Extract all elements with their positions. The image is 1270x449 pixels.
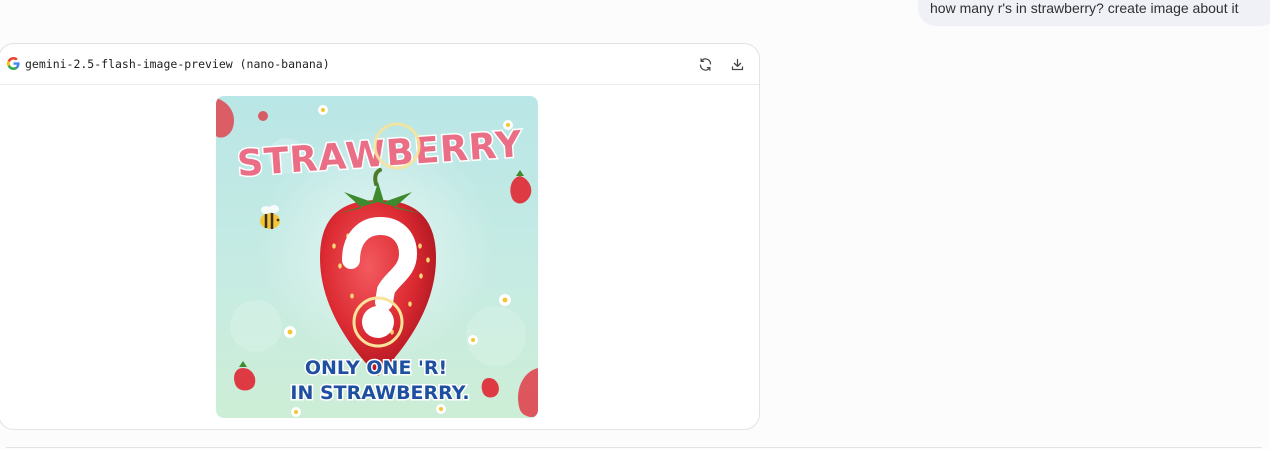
- strawberry-illustration: STRAWBERRY ONLY ONE 'R! IN STRAWBERRY.: [216, 96, 538, 418]
- google-g-icon: [7, 57, 20, 70]
- download-icon: [731, 58, 743, 70]
- user-message-text: how many r's in strawberry? create image…: [930, 0, 1239, 16]
- image-caption-line1: ONLY ONE 'R!: [305, 357, 447, 379]
- bottom-divider: [6, 447, 1262, 448]
- card-header: gemini-2.5-flash-image-preview (nano-ban…: [0, 44, 759, 85]
- generated-image[interactable]: STRAWBERRY ONLY ONE 'R! IN STRAWBERRY.: [216, 96, 538, 418]
- model-name-label: gemini-2.5-flash-image-preview (nano-ban…: [25, 57, 330, 71]
- refresh-icon: [699, 57, 711, 71]
- user-message-bubble: how many r's in strawberry? create image…: [918, 0, 1270, 26]
- download-button[interactable]: [727, 54, 747, 74]
- image-caption-line2: IN STRAWBERRY.: [290, 382, 469, 404]
- regenerate-button[interactable]: [695, 54, 715, 74]
